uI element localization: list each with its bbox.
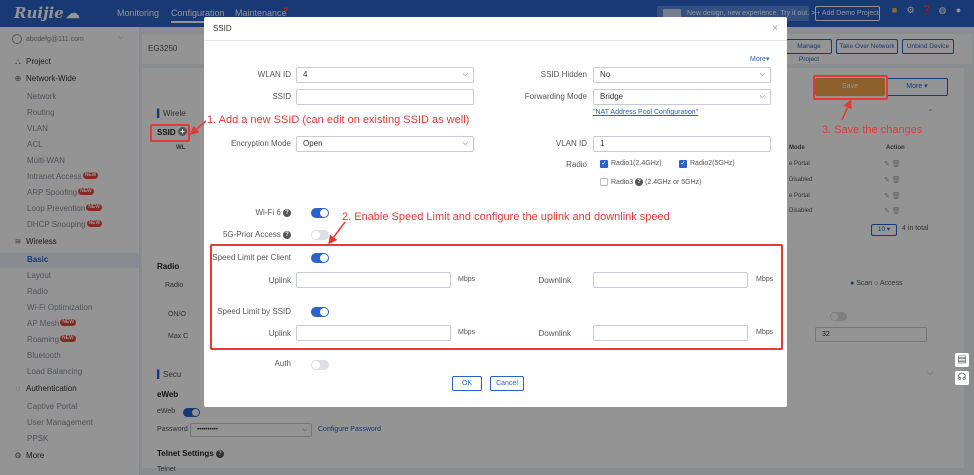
- arrow-step2: [328, 221, 346, 245]
- annotation-arrows: [189, 99, 852, 245]
- arrow-step1: [189, 120, 207, 135]
- arrow-step3: [841, 99, 852, 121]
